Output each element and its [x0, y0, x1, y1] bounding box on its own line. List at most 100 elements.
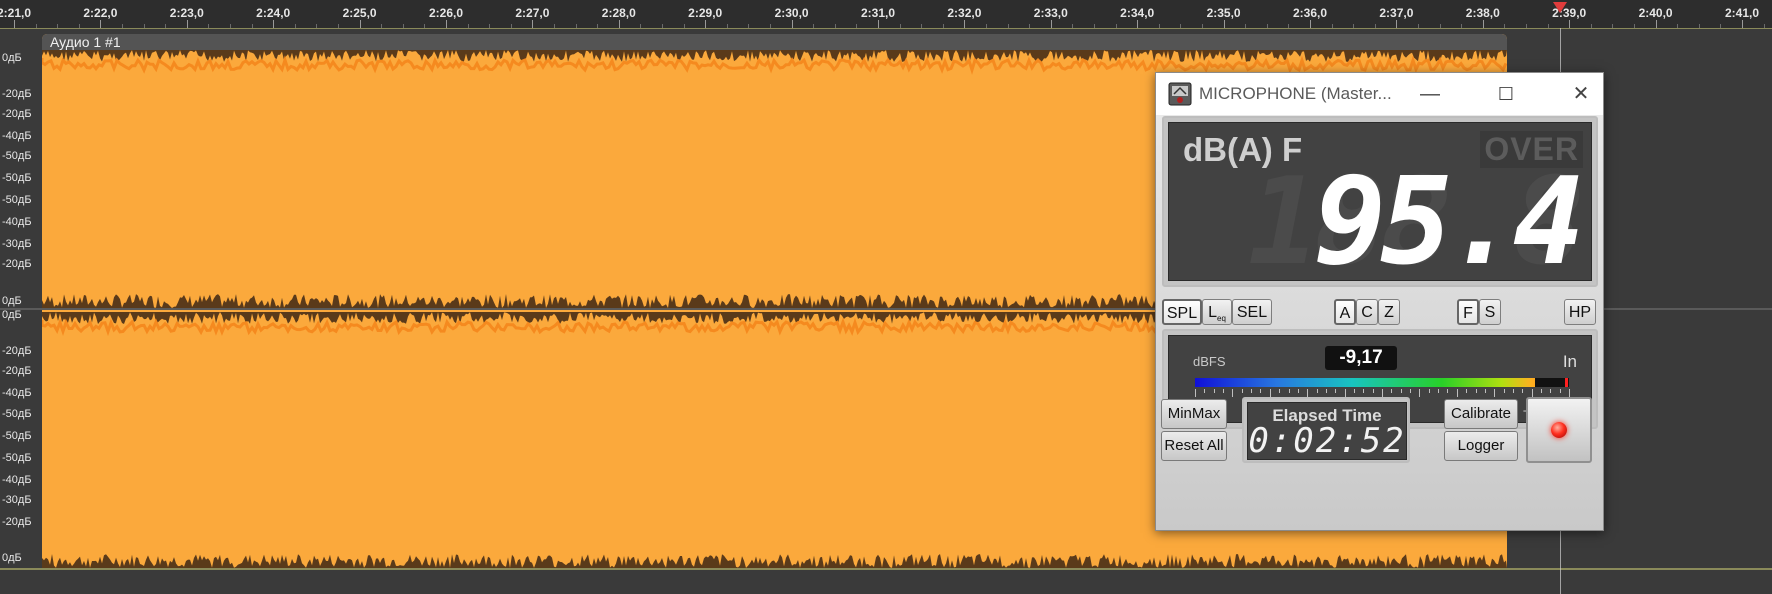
db-scale-label: -20дБ: [2, 516, 32, 528]
level-scale-tick: [1335, 389, 1337, 393]
close-icon[interactable]: ✕: [1567, 80, 1595, 108]
sel-button[interactable]: SEL: [1232, 299, 1272, 325]
db-scale-label: -40дБ: [2, 474, 32, 486]
leq-button[interactable]: Leq: [1202, 299, 1232, 325]
calibrate-button[interactable]: Calibrate: [1444, 399, 1518, 429]
sound-level-meter-window[interactable]: MICROPHONE (Master... — ☐ ✕ dB(A) F OVER…: [1155, 72, 1604, 531]
ruler-minor-tick: [1763, 24, 1765, 28]
ruler-label: 2:35,0: [1206, 6, 1241, 20]
db-scale-label: -40дБ: [2, 387, 32, 399]
level-scale-tick: [1213, 389, 1215, 393]
db-scale-label: -20дБ: [2, 108, 32, 120]
level-scale-tick: [1269, 389, 1271, 397]
weighting-c-button[interactable]: C: [1356, 299, 1378, 325]
level-scale-tick: [1400, 389, 1402, 393]
track-bottom-border: [0, 568, 1772, 570]
ruler-minor-tick: [921, 24, 923, 28]
ruler-major-tick: [964, 20, 966, 28]
ruler-major-tick: [100, 20, 102, 28]
ruler-label: 2:37,0: [1379, 6, 1414, 20]
ruler-major-tick: [532, 20, 534, 28]
ruler-minor-tick: [1072, 24, 1074, 28]
db-scale-label: 0дБ: [2, 552, 22, 564]
ruler-minor-tick: [338, 24, 339, 28]
ruler-minor-tick: [1245, 24, 1247, 28]
ruler-minor-tick: [942, 24, 944, 28]
weighting-a-button[interactable]: A: [1334, 299, 1356, 325]
reset-all-button[interactable]: Reset All: [1161, 431, 1227, 461]
ruler-minor-tick: [1094, 24, 1095, 28]
leq-main-label: L: [1208, 304, 1217, 321]
level-scale-tick: [1428, 389, 1430, 393]
ruler-minor-tick: [165, 24, 167, 28]
ruler-minor-tick: [316, 24, 318, 28]
high-pass-button[interactable]: HP: [1564, 299, 1596, 325]
level-scale-tick: [1195, 389, 1196, 397]
ruler-minor-tick: [1504, 24, 1506, 28]
ruler-minor-tick: [381, 24, 383, 28]
db-scale-label: -50дБ: [2, 150, 32, 162]
level-scale-tick: [1363, 389, 1365, 393]
db-scale-label: 0дБ: [2, 309, 22, 321]
input-label: In: [1562, 352, 1577, 371]
ruler-label: 2:38,0: [1465, 6, 1500, 20]
time-slow-button[interactable]: S: [1479, 299, 1501, 325]
spl-display-screen: dB(A) F OVER 188.8 95.4: [1168, 122, 1592, 283]
ruler-major-tick: [878, 20, 879, 28]
ruler-label: 2:34,0: [1120, 6, 1155, 20]
ruler-label: 2:23,0: [169, 6, 204, 20]
window-titlebar[interactable]: MICROPHONE (Master... — ☐ ✕: [1156, 73, 1603, 115]
ruler-minor-tick: [35, 24, 37, 28]
level-scale-tick: [1325, 389, 1327, 393]
elapsed-time-screen: Elapsed Time 0:02:52: [1247, 402, 1407, 460]
ruler-minor-tick: [1374, 24, 1376, 28]
level-scale-tick: [1447, 389, 1449, 393]
ruler-major-tick: [618, 20, 620, 28]
level-bar: [1195, 378, 1569, 387]
ruler-minor-tick: [1180, 24, 1182, 28]
ruler-minor-tick: [510, 24, 512, 28]
clip-header[interactable]: Аудио 1 #1: [42, 34, 1507, 50]
ruler-minor-tick: [230, 24, 231, 28]
level-peak-indicator: [1565, 378, 1568, 387]
db-scale-label: -50дБ: [2, 408, 32, 420]
ruler-minor-tick: [748, 24, 750, 28]
maximize-icon[interactable]: ☐: [1492, 80, 1520, 108]
ruler-major-tick: [1742, 20, 1743, 28]
time-fast-button[interactable]: F: [1457, 299, 1479, 325]
level-scale-tick: [1288, 389, 1290, 393]
playhead-marker-icon[interactable]: [1553, 2, 1567, 13]
db-scale-label: -30дБ: [2, 494, 32, 506]
ruler-label: 2:26,0: [428, 6, 464, 20]
record-button[interactable]: [1526, 397, 1592, 463]
weighting-z-button[interactable]: Z: [1378, 299, 1400, 325]
level-scale-tick: [1456, 389, 1458, 397]
db-scale-label: -40дБ: [2, 216, 32, 228]
level-scale-tick: [1419, 389, 1421, 397]
db-scale-label: 0дБ: [2, 52, 22, 64]
ruler-minor-tick: [402, 24, 404, 28]
ruler-minor-tick: [1526, 24, 1527, 28]
ruler-minor-tick: [813, 24, 815, 28]
level-scale-tick: [1512, 389, 1514, 393]
db-scale-label: -50дБ: [2, 430, 32, 442]
logger-button[interactable]: Logger: [1444, 431, 1518, 461]
level-scale-tick: [1522, 389, 1524, 393]
level-scale-tick: [1475, 389, 1477, 393]
ruler-major-tick: [359, 20, 361, 28]
minmax-button[interactable]: MinMax: [1161, 399, 1227, 429]
level-bar-unlit: [1534, 378, 1569, 387]
ruler-minor-tick: [1288, 24, 1290, 28]
ruler-minor-tick: [1158, 24, 1160, 28]
db-scale-label: -50дБ: [2, 172, 32, 184]
ruler-minor-tick: [986, 24, 987, 28]
spl-button[interactable]: SPL: [1162, 299, 1202, 325]
minimize-icon[interactable]: —: [1416, 80, 1444, 108]
app-icon: [1168, 82, 1192, 106]
ruler-minor-tick: [683, 24, 685, 28]
ruler-minor-tick: [662, 24, 663, 28]
ruler-minor-tick: [424, 24, 426, 28]
ruler-minor-tick: [489, 24, 491, 28]
level-scale-tick: [1494, 389, 1496, 397]
timeline-ruler[interactable]: 2:21,0 2:22,0 2:23,0 2:24,0 2:25,0 2:26,0 2:27…: [0, 0, 1772, 29]
